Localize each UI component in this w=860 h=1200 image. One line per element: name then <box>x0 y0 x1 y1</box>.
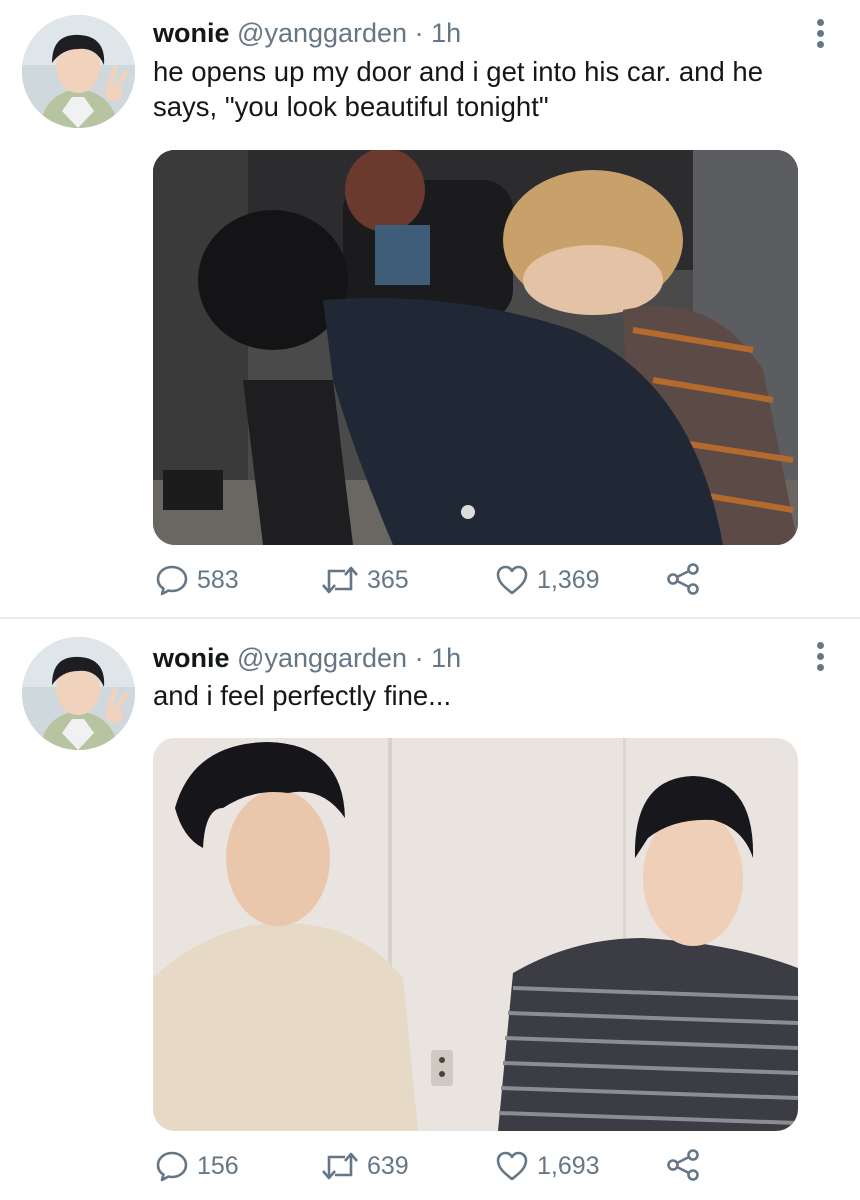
timestamp[interactable]: 1h <box>431 643 461 673</box>
tweet-header: wonie @yanggarden · 1h <box>153 642 461 674</box>
reply-icon <box>156 1151 188 1182</box>
tweet-2[interactable]: wonie @yanggarden · 1h and i feel perfec… <box>0 620 860 1200</box>
tweet-text: he opens up my door and i get into his c… <box>153 56 763 122</box>
share-button[interactable] <box>665 1148 701 1182</box>
like-icon <box>496 1151 528 1181</box>
retweet-count: 639 <box>367 1152 409 1180</box>
reply-count: 156 <box>197 1152 239 1180</box>
display-name[interactable]: wonie <box>153 18 230 48</box>
timestamp[interactable]: 1h <box>431 18 461 48</box>
share-icon <box>667 563 699 595</box>
avatar[interactable] <box>22 15 135 128</box>
user-handle[interactable]: @yanggarden <box>237 18 407 48</box>
avatar[interactable] <box>22 637 135 750</box>
tweet-text: and i feel perfectly fine... <box>153 680 452 711</box>
like-count: 1,693 <box>537 1152 600 1180</box>
retweet-count: 365 <box>367 566 409 594</box>
share-icon <box>667 1149 699 1181</box>
tweet-divider <box>0 617 860 619</box>
retweet-button[interactable]: 639 <box>321 1148 409 1184</box>
share-button[interactable] <box>665 562 701 596</box>
display-name[interactable]: wonie <box>153 643 230 673</box>
like-icon <box>496 565 528 595</box>
more-options-icon[interactable] <box>816 19 826 52</box>
more-options-icon[interactable] <box>816 642 826 675</box>
like-button[interactable]: 1,369 <box>495 562 600 598</box>
like-count: 1,369 <box>537 566 600 594</box>
separator: · <box>414 643 424 673</box>
reply-button[interactable]: 156 <box>155 1148 239 1184</box>
tweet-photo[interactable] <box>153 150 798 545</box>
user-handle[interactable]: @yanggarden <box>237 643 407 673</box>
tweet-photo[interactable] <box>153 738 798 1131</box>
reply-icon <box>156 565 188 596</box>
like-button[interactable]: 1,693 <box>495 1148 600 1184</box>
tweet-1[interactable]: wonie @yanggarden · 1h he opens up my do… <box>0 0 860 618</box>
separator: · <box>414 18 424 48</box>
retweet-icon <box>322 1152 358 1180</box>
reply-button[interactable]: 583 <box>155 562 239 598</box>
tweet-header: wonie @yanggarden · 1h <box>153 17 461 49</box>
retweet-icon <box>322 566 358 594</box>
reply-count: 583 <box>197 566 239 594</box>
retweet-button[interactable]: 365 <box>321 562 409 598</box>
